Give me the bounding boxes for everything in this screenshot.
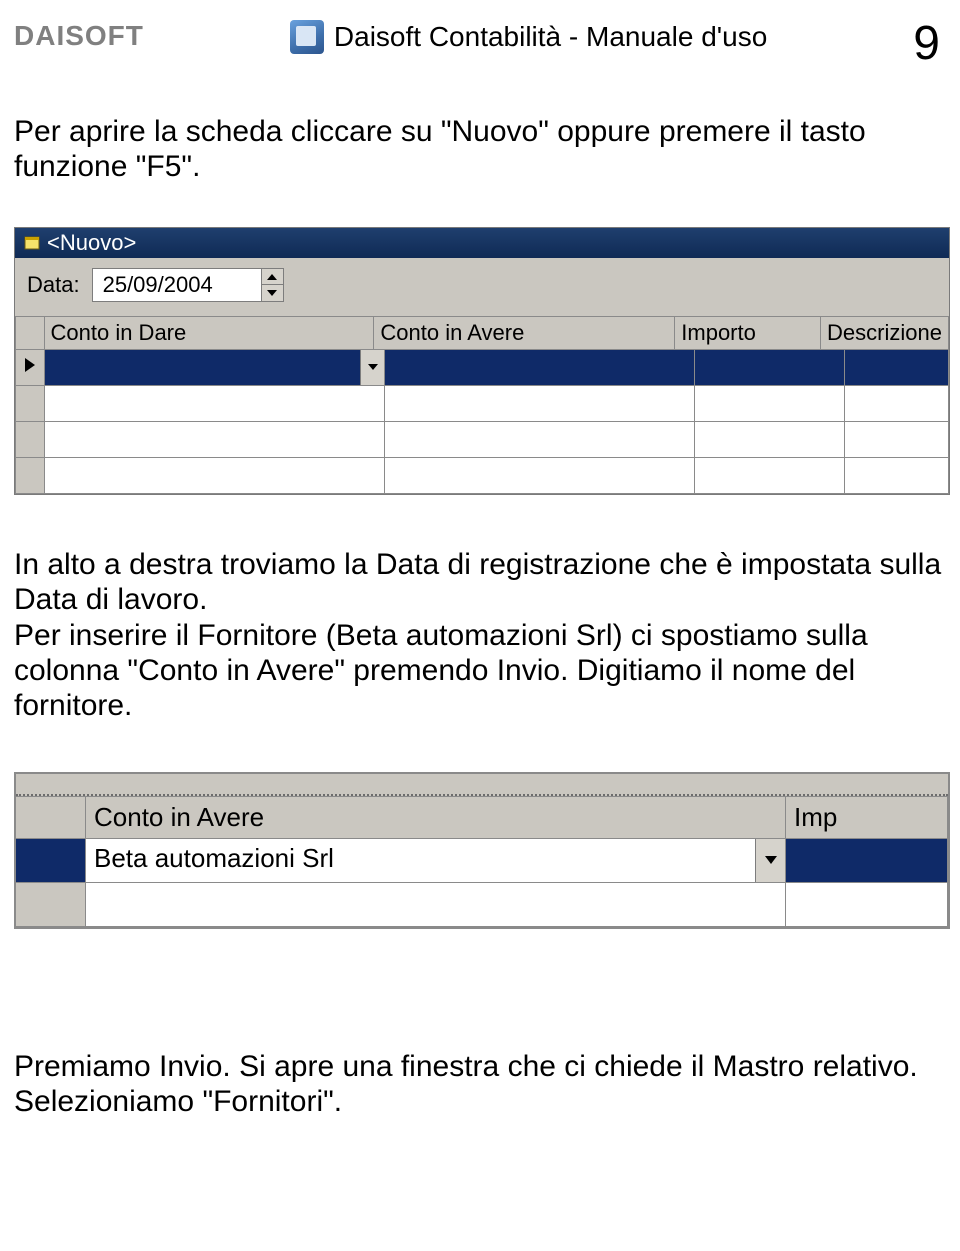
cell-imp[interactable]	[786, 883, 948, 927]
cell-importo[interactable]	[695, 458, 845, 494]
cell-imp[interactable]	[786, 839, 948, 883]
cell-descrizione[interactable]	[845, 422, 949, 458]
cell-importo[interactable]	[695, 350, 845, 386]
entry-grid: Conto in Dare Conto in Avere Importo Des…	[15, 316, 949, 494]
grid-header: Conto in Dare Conto in Avere Importo Des…	[15, 316, 949, 350]
table-row[interactable]	[15, 350, 949, 386]
table-row[interactable]	[15, 422, 949, 458]
table-row[interactable]	[15, 458, 949, 494]
cell-conto-in-dare[interactable]	[45, 422, 385, 458]
row-indicator	[16, 839, 86, 883]
cell-value: Beta automazioni Srl	[94, 843, 334, 873]
grid-corner	[15, 316, 45, 350]
table-row[interactable]	[16, 883, 948, 927]
date-label: Data:	[27, 272, 80, 298]
cell-descrizione[interactable]	[845, 458, 949, 494]
row-indicator	[15, 458, 45, 494]
row-indicator	[15, 422, 45, 458]
brand-label: DAISOFT	[14, 20, 144, 52]
grid-body	[15, 350, 949, 494]
paragraph-3: Premiamo Invio. Si apre una finestra che…	[14, 1049, 950, 1120]
date-spinner[interactable]	[262, 268, 284, 302]
cell-conto-in-dare[interactable]	[45, 386, 385, 422]
fragment-top-stripe	[16, 774, 948, 796]
cell-conto-in-avere[interactable]: Beta automazioni Srl	[86, 839, 786, 883]
spin-up-button[interactable]	[262, 268, 284, 285]
col-importo[interactable]: Importo	[675, 316, 821, 350]
col-descrizione[interactable]: Descrizione	[821, 316, 949, 350]
row-indicator	[15, 350, 45, 386]
row-pointer-icon	[25, 358, 35, 377]
window-titlebar[interactable]: <Nuovo>	[15, 228, 949, 258]
col-conto-in-dare[interactable]: Conto in Dare	[45, 316, 375, 350]
cell-conto-in-dare[interactable]	[45, 350, 385, 386]
paragraph-1: Per aprire la scheda cliccare su "Nuovo"…	[14, 114, 950, 185]
cell-descrizione[interactable]	[845, 350, 949, 386]
grid-fragment: Conto in Avere Imp Beta automazioni Srl	[14, 772, 950, 929]
doc-title: Daisoft Contabilità - Manuale d'uso	[334, 21, 767, 53]
document-header: DAISOFT Daisoft Contabilità - Manuale d'…	[14, 20, 950, 68]
cell-conto-in-dare[interactable]	[45, 458, 385, 494]
row-indicator	[16, 883, 86, 927]
cell-conto-in-avere[interactable]	[385, 350, 695, 386]
cell-conto-in-avere[interactable]	[385, 458, 695, 494]
cell-conto-in-avere[interactable]	[86, 883, 786, 927]
cell-conto-in-avere[interactable]	[385, 422, 695, 458]
cell-conto-in-avere[interactable]	[385, 386, 695, 422]
date-input[interactable]: 25/09/2004	[92, 268, 262, 302]
window-title: <Nuovo>	[47, 230, 136, 256]
cell-importo[interactable]	[695, 422, 845, 458]
dropdown-trigger[interactable]	[755, 839, 785, 882]
page-number: 9	[913, 20, 940, 68]
date-field[interactable]: 25/09/2004	[92, 268, 284, 302]
toolbar: Data: 25/09/2004	[15, 258, 949, 316]
cell-importo[interactable]	[695, 386, 845, 422]
fragment-body: Beta automazioni Srl	[16, 839, 948, 927]
table-row[interactable]: Beta automazioni Srl	[16, 839, 948, 883]
app-icon	[290, 20, 324, 54]
window-icon	[23, 234, 41, 252]
frag-corner	[16, 796, 86, 839]
fragment-header: Conto in Avere Imp	[16, 796, 948, 839]
cell-descrizione[interactable]	[845, 386, 949, 422]
doc-title-block: Daisoft Contabilità - Manuale d'uso	[290, 20, 767, 54]
row-indicator	[15, 386, 45, 422]
col-conto-in-avere[interactable]: Conto in Avere	[86, 796, 786, 839]
dropdown-trigger[interactable]	[360, 350, 384, 385]
col-imp[interactable]: Imp	[786, 796, 948, 839]
table-row[interactable]	[15, 386, 949, 422]
spin-down-button[interactable]	[262, 284, 284, 302]
paragraph-2: In alto a destra troviamo la Data di reg…	[14, 547, 950, 724]
col-conto-in-avere[interactable]: Conto in Avere	[374, 316, 675, 350]
app-window-nuovo: <Nuovo> Data: 25/09/2004 Conto in Dare C…	[14, 227, 950, 495]
